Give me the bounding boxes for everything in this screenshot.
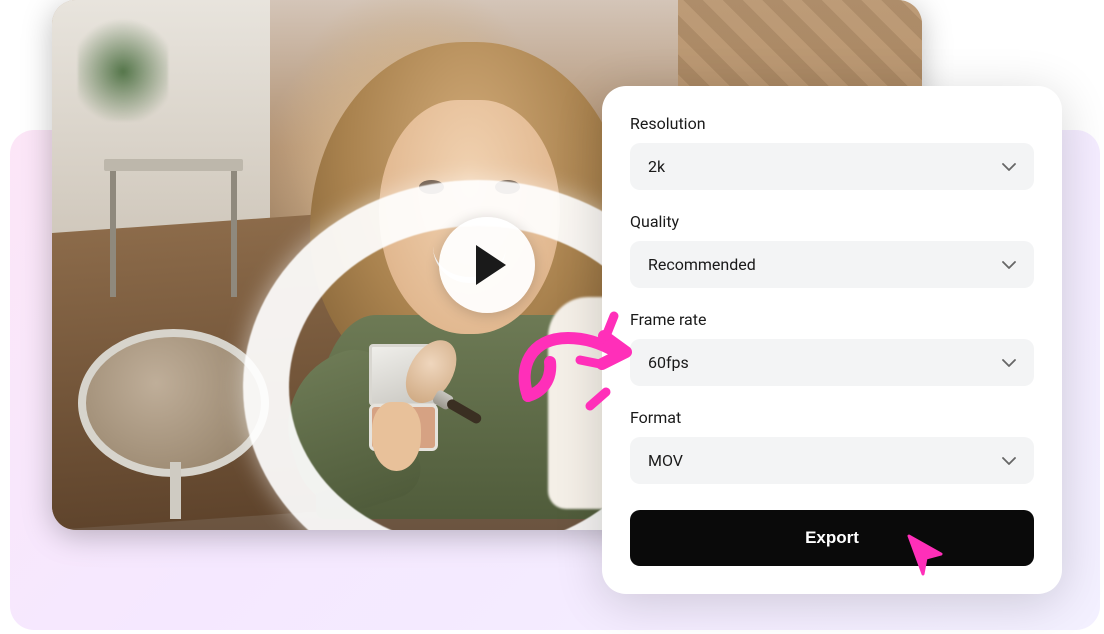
resolution-value: 2k (648, 157, 665, 176)
quality-value: Recommended (648, 255, 756, 274)
mirror-pole (170, 462, 181, 519)
vanity-mirror (78, 329, 269, 520)
framerate-value: 60fps (648, 353, 689, 372)
play-button[interactable] (439, 217, 535, 313)
desk-decor (104, 159, 243, 297)
chevron-down-icon (1002, 258, 1016, 272)
chevron-down-icon (1002, 356, 1016, 370)
quality-field-group: Quality Recommended (630, 212, 1034, 288)
quality-dropdown[interactable]: Recommended (630, 241, 1034, 288)
framerate-dropdown[interactable]: 60fps (630, 339, 1034, 386)
resolution-field-group: Resolution 2k (630, 114, 1034, 190)
chevron-down-icon (1002, 454, 1016, 468)
export-settings-panel: Resolution 2k Quality Recommended Frame … (602, 86, 1062, 594)
chevron-down-icon (1002, 160, 1016, 174)
framerate-field-group: Frame rate 60fps (630, 310, 1034, 386)
resolution-dropdown[interactable]: 2k (630, 143, 1034, 190)
play-icon (476, 245, 506, 285)
quality-label: Quality (630, 212, 1034, 231)
export-button[interactable]: Export (630, 510, 1034, 566)
format-dropdown[interactable]: MOV (630, 437, 1034, 484)
mirror-ring (78, 329, 269, 478)
format-value: MOV (648, 451, 683, 470)
resolution-label: Resolution (630, 114, 1034, 133)
plant-decor (78, 11, 168, 121)
format-label: Format (630, 408, 1034, 427)
format-field-group: Format MOV (630, 408, 1034, 484)
framerate-label: Frame rate (630, 310, 1034, 329)
